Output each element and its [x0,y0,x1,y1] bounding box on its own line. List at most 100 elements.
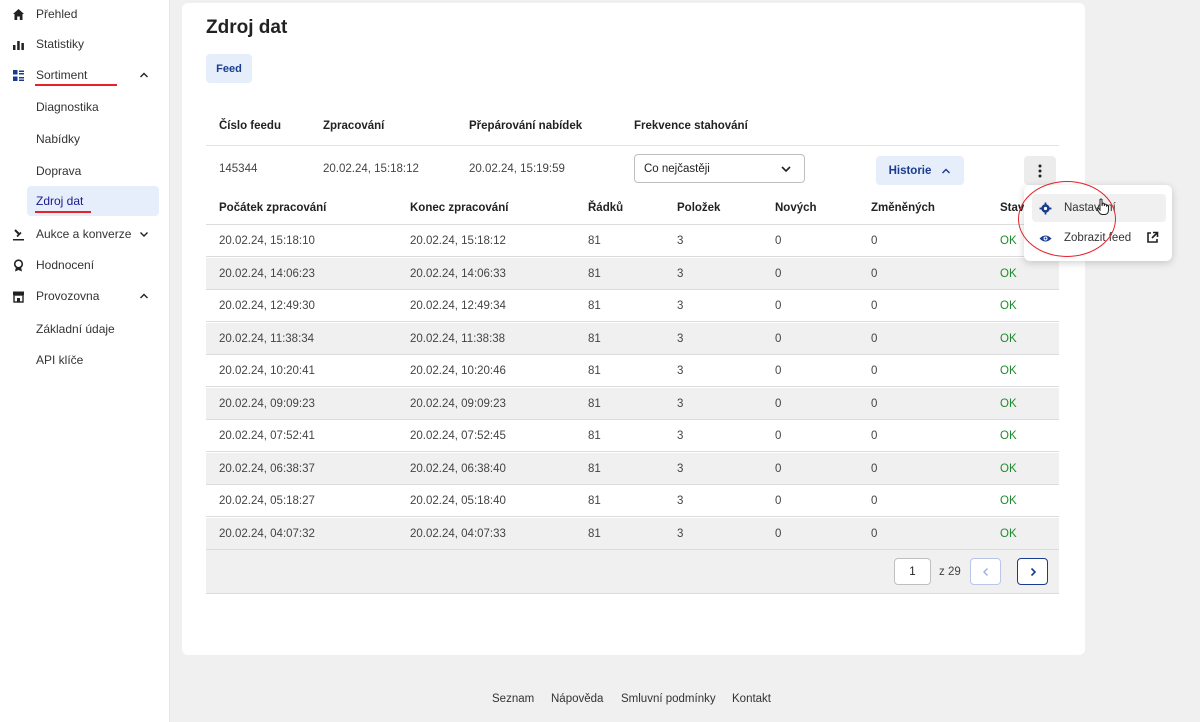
chevron-up-icon[interactable] [138,290,150,302]
table-cell: 20.02.24, 12:49:34 [410,300,506,312]
table-cell: 0 [775,267,782,280]
table-cell: 0 [871,300,878,312]
gavel-icon [11,227,25,241]
table-cell: 0 [871,365,878,377]
table-cell: 0 [871,332,878,345]
table-cell: 20.02.24, 14:06:23 [219,267,315,280]
chevron-down-icon[interactable] [138,228,150,240]
tab-feed[interactable]: Feed [206,54,252,83]
sidebar-sub-label: Doprava [36,164,82,178]
history-button[interactable]: Historie [876,156,964,185]
status-badge: OK [1000,527,1017,540]
table-cell: 20.02.24, 07:52:45 [410,430,506,442]
table-cell: 20.02.24, 12:49:30 [219,300,315,312]
status-badge: OK [1000,300,1017,312]
table-row: 20.02.24, 14:06:23 20.02.24, 14:06:33 81 3 0… [206,257,1059,290]
sidebar-item-prehled[interactable]: Přehled [0,0,160,28]
sidebar-item-label: Aukce a konverze [36,227,132,241]
table-cell: 0 [775,462,782,475]
prev-page-button[interactable] [970,558,1001,585]
table-cell: 3 [677,300,684,312]
footer-link-seznam[interactable]: Seznam [492,693,534,705]
sidebar-sub-nabidky[interactable]: Nabídky [27,124,159,154]
table-cell: 3 [677,397,684,410]
frequency-value: Co nejčastěji [644,162,710,175]
feed-header-frequency: Frekvence stahování [634,120,748,132]
sidebar-sub-api-klice[interactable]: API klíče [27,345,159,375]
table-cell: 20.02.24, 15:18:10 [219,235,315,247]
chevron-left-icon [982,567,988,576]
sidebar-item-label: Přehled [36,7,78,21]
table-cell: 0 [871,430,878,442]
footer-link-napoveda[interactable]: Nápověda [551,693,603,705]
active-underline [35,84,117,86]
table-cell: 81 [588,300,601,312]
grid-list-icon [11,68,25,82]
table-cell: 81 [588,365,601,377]
table-cell: 3 [677,430,684,442]
history-header: Konec zpracování [410,202,509,214]
table-row: 20.02.24, 10:20:41 20.02.24, 10:20:46 81 3 0… [206,355,1059,387]
table-cell: 81 [588,397,601,410]
sidebar-item-statistiky[interactable]: Statistiky [0,30,160,58]
sidebar-item-provozovna[interactable]: Provozovna [0,282,160,310]
award-icon [11,258,25,272]
table-row: 20.02.24, 07:52:41 20.02.24, 07:52:45 81 3 0… [206,420,1059,452]
table-cell: 3 [677,462,684,475]
status-badge: OK [1000,365,1017,377]
sidebar-sub-diagnostika[interactable]: Diagnostika [27,92,159,122]
feed-processing: 20.02.24, 15:18:12 [323,163,419,175]
table-cell: 0 [871,235,878,247]
chevron-up-icon[interactable] [138,69,150,81]
table-cell: 20.02.24, 09:09:23 [410,397,506,410]
sidebar-sub-label: API klíče [36,353,84,367]
annotation-highlight-circle [1018,181,1116,257]
sidebar-item-aukce[interactable]: Aukce a konverze [0,220,160,248]
status-badge: OK [1000,235,1017,247]
feed-reparsing: 20.02.24, 15:19:59 [469,163,565,175]
sidebar-sub-doprava[interactable]: Doprava [27,156,159,186]
feed-header-reparsing: Přepárování nabídek [469,120,583,132]
sidebar-sub-label: Nabídky [36,132,81,146]
history-header: Počátek zpracování [219,202,327,214]
sidebar: Přehled Statistiky Sortiment Diagnostika… [0,0,170,722]
table-row: 20.02.24, 15:18:10 20.02.24, 15:18:12 81 3 0… [206,225,1059,257]
next-page-button[interactable] [1017,558,1048,585]
chevron-up-icon [942,168,951,173]
history-header: Položek [677,202,721,214]
table-cell: 81 [588,267,601,280]
table-cell: 0 [775,397,782,410]
sidebar-sub-zakladni-udaje[interactable]: Základní údaje [27,314,159,344]
table-cell: 3 [677,527,684,540]
page-number-input[interactable]: 1 [894,558,931,585]
table-cell: 3 [677,365,684,377]
sidebar-item-hodnoceni[interactable]: Hodnocení [0,251,160,279]
sidebar-sub-label: Základní údaje [36,322,115,336]
footer-link-kontakt[interactable]: Kontakt [732,693,771,705]
bar-chart-icon [11,37,25,51]
table-cell: 20.02.24, 05:18:40 [410,495,506,507]
table-cell: 0 [871,527,878,540]
table-cell: 0 [775,332,782,345]
table-cell: 20.02.24, 06:38:37 [219,462,315,475]
kebab-menu-icon [1038,164,1042,177]
more-options-button[interactable] [1024,156,1056,185]
table-cell: 81 [588,332,601,345]
table-cell: 0 [775,430,782,442]
status-badge: OK [1000,397,1017,410]
table-cell: 3 [677,495,684,507]
status-badge: OK [1000,495,1017,507]
frequency-select[interactable]: Co nejčastěji [634,154,805,183]
table-cell: 0 [775,365,782,377]
table-cell: 20.02.24, 04:07:33 [410,527,506,540]
table-cell: 3 [677,267,684,280]
table-cell: 3 [677,235,684,247]
table-cell: 20.02.24, 04:07:32 [219,527,315,540]
feed-id: 145344 [219,163,258,175]
table-cell: 0 [871,495,878,507]
table-cell: 0 [775,300,782,312]
table-cell: 20.02.24, 11:38:34 [219,332,315,345]
home-icon [11,7,25,21]
sidebar-item-label: Provozovna [36,289,100,303]
footer-link-podminky[interactable]: Smluvní podmínky [621,693,716,705]
